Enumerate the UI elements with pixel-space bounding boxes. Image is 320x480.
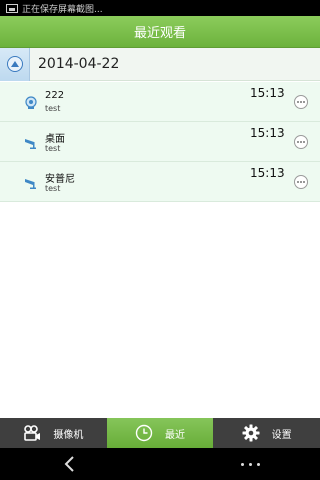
item-subtitle: test	[45, 184, 61, 193]
more-options-button[interactable]	[294, 135, 308, 149]
list-item[interactable]: 桌面 test 15:13	[0, 122, 320, 162]
system-nav-bar	[0, 448, 320, 480]
list-item[interactable]: 安普尼 test 15:13	[0, 162, 320, 202]
status-bar: 正在保存屏幕截图...	[0, 0, 320, 16]
back-icon[interactable]	[60, 456, 80, 472]
camcorder-icon	[23, 424, 41, 442]
item-name: 222	[45, 90, 65, 101]
status-notification-text: 正在保存屏幕截图...	[22, 4, 103, 15]
bottom-tabbar: 摄像机 最近 设置	[0, 418, 320, 448]
clock-icon	[135, 424, 153, 442]
overflow-menu-icon[interactable]	[238, 460, 262, 468]
item-subtitle: test	[45, 144, 61, 153]
screenshot-icon	[6, 3, 18, 13]
item-name: 桌面	[45, 134, 65, 145]
recent-list: 222 test 15:13 桌面 test 15:13 安普尼 test 15…	[0, 82, 320, 202]
group-date: 2014-04-22	[38, 56, 120, 72]
tab-label: 摄像机	[53, 429, 84, 441]
date-group-header[interactable]: 2014-04-22	[0, 47, 320, 81]
tab-label: 设置	[271, 429, 292, 441]
more-options-button[interactable]	[294, 175, 308, 189]
collapse-button[interactable]	[0, 47, 30, 81]
gear-icon	[242, 424, 260, 442]
item-name: 安普尼	[45, 174, 75, 185]
item-subtitle: test	[45, 104, 61, 113]
tab-label: 最近	[165, 429, 185, 441]
tab-cameras[interactable]: 摄像机	[0, 418, 107, 448]
more-options-button[interactable]	[294, 95, 308, 109]
item-time: 15:13	[250, 126, 285, 140]
tab-recent[interactable]: 最近	[106, 418, 214, 448]
device-icon	[24, 95, 38, 109]
item-time: 15:13	[250, 166, 285, 180]
camera-icon	[24, 175, 38, 189]
app-header: 最近观看	[0, 16, 320, 48]
page-title: 最近观看	[133, 26, 186, 41]
item-time: 15:13	[250, 86, 285, 100]
camera-icon	[24, 135, 38, 149]
tab-settings[interactable]: 设置	[213, 418, 320, 448]
list-item[interactable]: 222 test 15:13	[0, 82, 320, 122]
collapse-up-icon	[6, 56, 23, 72]
